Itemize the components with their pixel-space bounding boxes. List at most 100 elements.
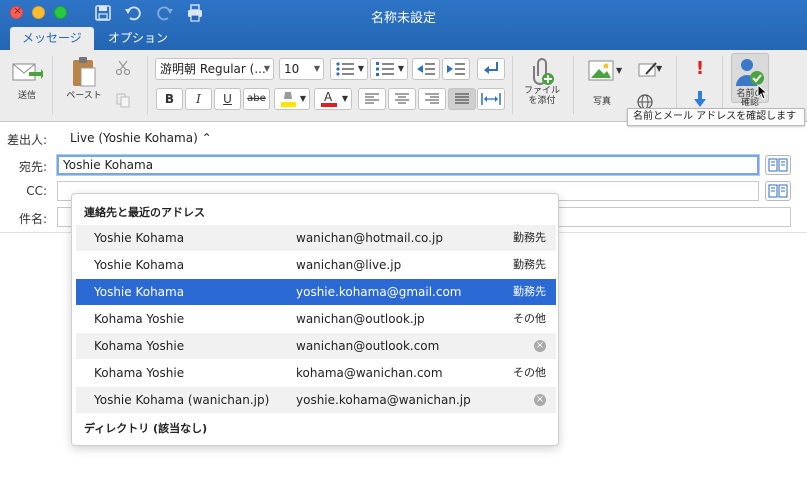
- send-button[interactable]: 送信: [8, 58, 46, 101]
- contact-email: yoshie.kohama@wanichan.jp: [296, 393, 471, 407]
- distributed-icon: [481, 93, 501, 105]
- paste-label: ペースト: [66, 91, 102, 101]
- return-arrow-icon: [484, 62, 498, 74]
- address-type-tag: 勤務先: [513, 231, 546, 244]
- contact-email: yoshie.kohama@gmail.com: [296, 285, 462, 299]
- chevron-down-icon: ▼: [397, 64, 404, 73]
- font-color-icon: A: [321, 90, 337, 107]
- paragraph-spacing-button[interactable]: [477, 88, 505, 110]
- from-account-select[interactable]: Live (Yoshie Kohama) ⌃: [70, 131, 212, 145]
- address-type-tag: その他: [513, 312, 546, 325]
- align-right-button[interactable]: [418, 88, 446, 110]
- font-size-value: 10: [284, 62, 300, 76]
- exclamation-icon: !: [695, 58, 705, 79]
- contact-name: Kohama Yoshie: [94, 366, 185, 380]
- copy-button[interactable]: [114, 92, 132, 111]
- decrease-indent-icon: [417, 63, 435, 75]
- paste-button[interactable]: ペースト: [62, 56, 106, 101]
- numbered-list-button[interactable]: ▼: [370, 58, 408, 80]
- title-bar: 名称未設定 メッセージ オプション: [0, 0, 807, 50]
- divider: [512, 56, 513, 114]
- autocomplete-row[interactable]: Yoshie Kohama wanichan@hotmail.co.jp 勤務先: [76, 225, 556, 251]
- contact-name: Yoshie Kohama: [94, 258, 185, 272]
- directory-footer: ディレクトリ (該当なし): [84, 422, 208, 435]
- font-name-select[interactable]: 游明朝 Regular (... ▼: [155, 58, 274, 80]
- subject-label: 件名:: [18, 212, 47, 226]
- chevron-down-icon: ▼: [263, 64, 270, 73]
- svg-text:A: A: [324, 90, 333, 104]
- signature-button[interactable]: ▼: [632, 60, 666, 83]
- address-book-icon: [768, 184, 788, 198]
- autocomplete-row[interactable]: Yoshie Kohama (wanichan.jp) yoshie.kohama…: [76, 387, 556, 413]
- window-title: 名称未設定: [370, 11, 436, 26]
- decrease-indent-button[interactable]: [412, 58, 440, 80]
- autocomplete-row[interactable]: Kohama Yoshie kohama@wanichan.com その他: [76, 360, 556, 386]
- remove-suggestion-icon[interactable]: ×: [534, 340, 546, 352]
- bullet-list-button[interactable]: ▼: [330, 58, 368, 80]
- align-center-button[interactable]: [388, 88, 416, 110]
- divider: [147, 56, 148, 114]
- chevron-down-icon: ▼: [299, 94, 306, 103]
- divider: [676, 56, 677, 114]
- autocomplete-row[interactable]: Kohama Yoshie wanichan@outlook.jp その他: [76, 306, 556, 332]
- increase-indent-button[interactable]: [442, 58, 470, 80]
- strikethrough-button[interactable]: abe: [243, 88, 270, 110]
- contact-email: wanichan@hotmail.co.jp: [296, 231, 443, 245]
- font-size-select[interactable]: 10 ▼: [279, 58, 324, 80]
- cut-button[interactable]: [114, 60, 132, 79]
- picture-button[interactable]: ▼ 写真: [582, 58, 622, 107]
- attach-file-button[interactable]: ファイル を添付: [520, 56, 564, 106]
- contact-email: kohama@wanichan.com: [296, 366, 443, 380]
- to-address-book-button[interactable]: [765, 155, 791, 175]
- autocomplete-header: 連絡先と最近のアドレス: [84, 206, 205, 219]
- align-left-button[interactable]: [358, 88, 386, 110]
- font-color-button[interactable]: A ▼: [314, 88, 352, 110]
- contact-email: wanichan@live.jp: [296, 258, 402, 272]
- autocomplete-popup: 連絡先と最近のアドレス Yoshie Kohama wanichan@hotmai…: [71, 193, 559, 446]
- cc-label: CC:: [26, 184, 47, 198]
- underline-button[interactable]: U: [214, 88, 241, 110]
- highlight-button[interactable]: ▼: [274, 88, 310, 110]
- scissors-icon: [115, 60, 131, 76]
- bullet-list-icon: [336, 62, 354, 76]
- address-type-tag: 勤務先: [513, 258, 546, 271]
- divider: [52, 56, 53, 114]
- to-field-value: Yoshie Kohama: [63, 158, 154, 172]
- chevron-down-icon: ▼: [313, 64, 320, 73]
- send-label: 送信: [17, 91, 36, 101]
- autocomplete-row[interactable]: Yoshie Kohama wanichan@live.jp 勤務先: [76, 252, 556, 278]
- autocomplete-row[interactable]: Kohama Yoshie wanichan@outlook.com ×: [76, 333, 556, 359]
- tab-message[interactable]: メッセージ: [10, 27, 94, 50]
- align-right-icon: [425, 93, 439, 104]
- mouse-cursor-icon: [757, 84, 769, 100]
- high-importance-button[interactable]: !: [690, 58, 710, 79]
- italic-button[interactable]: I: [185, 88, 212, 110]
- line-break-button[interactable]: [477, 58, 505, 80]
- chevron-down-icon: ▼: [357, 64, 364, 73]
- justify-icon: [455, 93, 469, 104]
- picture-icon: [588, 60, 614, 81]
- remove-suggestion-icon[interactable]: ×: [534, 394, 546, 406]
- chevron-down-icon: ▼: [656, 64, 663, 73]
- tab-options[interactable]: オプション: [96, 27, 180, 50]
- address-type-tag: 勤務先: [513, 285, 546, 298]
- cc-address-book-button[interactable]: [765, 181, 791, 201]
- autocomplete-row[interactable]: Yoshie Kohama yoshie.kohama@gmail.com 勤務先: [76, 279, 556, 305]
- from-label: 差出人:: [6, 133, 47, 147]
- arrow-down-icon: [694, 91, 706, 107]
- contact-name: Yoshie Kohama (wanichan.jp): [94, 393, 270, 407]
- contact-name: Yoshie Kohama: [94, 285, 185, 299]
- address-type-tag: その他: [513, 366, 546, 379]
- align-center-icon: [395, 93, 409, 104]
- justify-button[interactable]: [448, 88, 476, 110]
- bold-button[interactable]: B: [156, 88, 183, 110]
- to-label: 宛先:: [18, 160, 47, 174]
- copy-icon: [116, 93, 130, 108]
- contact-name: Kohama Yoshie: [94, 312, 185, 326]
- contact-name: Kohama Yoshie: [94, 339, 185, 353]
- to-field[interactable]: Yoshie Kohama: [57, 155, 759, 175]
- highlighter-icon: [281, 92, 296, 107]
- address-book-icon: [768, 158, 788, 172]
- increase-indent-icon: [447, 63, 465, 75]
- contact-name: Yoshie Kohama: [94, 231, 185, 245]
